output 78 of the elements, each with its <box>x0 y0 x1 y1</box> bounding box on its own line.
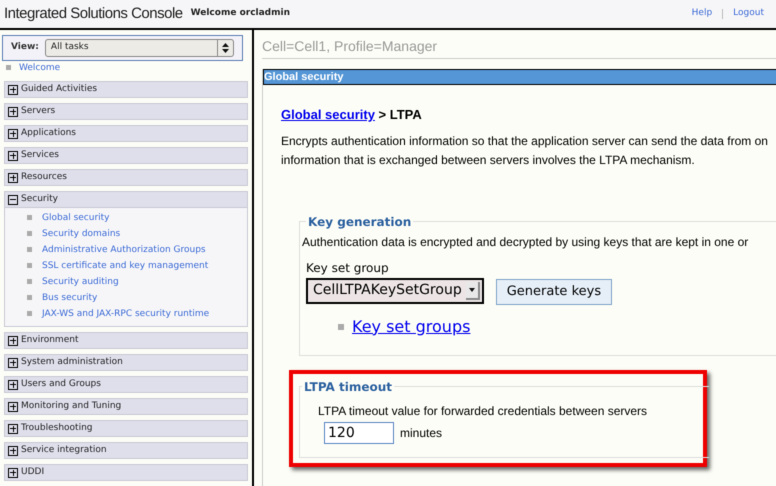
header-link[interactable]: Help <box>692 7 712 21</box>
section-label: Guided Activities <box>21 82 98 96</box>
group-description: Authentication data is encrypted and decrypted by using keys that are kept in one or <box>302 234 750 250</box>
plus-icon <box>8 150 18 160</box>
nav-section[interactable]: Users and Groups <box>4 376 248 393</box>
nav-section[interactable]: Servers <box>4 103 248 120</box>
nav-section[interactable]: Security <box>4 191 248 208</box>
nav-link[interactable]: Security domains <box>42 228 120 242</box>
plus-icon <box>8 172 18 182</box>
field-label: LTPA timeout value for forwarded credentials between servers <box>318 402 648 420</box>
nav-section[interactable]: Applications <box>4 125 248 142</box>
bullet-icon <box>27 262 32 268</box>
bullet-icon <box>27 294 32 300</box>
scope-text: Cell=Cell1, Profile=Manager <box>262 36 776 59</box>
welcome-link[interactable]: Welcome <box>19 62 60 76</box>
bullet-icon <box>27 246 32 252</box>
section-label: Monitoring and Tuning <box>21 400 122 413</box>
section-label: Users and Groups <box>21 378 101 391</box>
nav-section[interactable]: Monitoring and Tuning <box>4 398 248 415</box>
plus-icon <box>8 402 18 412</box>
nav-link[interactable]: Security auditing <box>42 276 119 290</box>
nav-link[interactable]: SSL certificate and key management <box>42 260 208 274</box>
plus-icon <box>8 380 18 390</box>
section-label: Applications <box>21 126 76 140</box>
nav-section[interactable]: Service integration <box>4 442 248 459</box>
section-label: System administration <box>21 356 123 369</box>
plus-icon <box>8 84 18 94</box>
nav-section[interactable]: Guided Activities <box>4 81 248 98</box>
group-legend: Key generation <box>306 212 414 230</box>
bullet-icon <box>27 230 32 236</box>
unit-text: minutes <box>400 424 442 442</box>
section-label: UDDI <box>21 466 44 479</box>
field-label: Key set group <box>306 260 390 276</box>
breadcrumb-current: > LTPA <box>378 107 422 122</box>
key-set-group-dropdown[interactable]: CellLTPAKeySetGroup <box>306 278 484 304</box>
timeout-input[interactable]: 120 <box>324 422 394 444</box>
plus-icon <box>8 446 18 456</box>
section-label: Troubleshooting <box>21 422 92 435</box>
nav-section[interactable]: Troubleshooting <box>4 420 248 437</box>
plus-icon <box>8 336 18 346</box>
nav-link[interactable]: JAX-WS and JAX-RPC security runtime <box>42 308 210 322</box>
key-set-groups-link[interactable]: Key set groups <box>352 314 470 338</box>
nav-section[interactable]: Services <box>4 147 248 164</box>
nav-section[interactable]: Environment <box>4 332 248 349</box>
bullet-icon <box>6 64 11 70</box>
view-dropdown[interactable]: All tasks <box>44 39 234 57</box>
header-link[interactable]: Logout <box>733 7 764 21</box>
plus-icon <box>8 128 18 138</box>
plus-icon <box>8 358 18 368</box>
generate-keys-button[interactable]: Generate keys <box>496 278 612 304</box>
section-label: Resources <box>21 170 67 184</box>
description-line: information that is exchanged between servers involves the LTPA mechanism. <box>281 152 696 168</box>
minus-icon <box>8 194 18 204</box>
view-label: View: <box>11 41 39 54</box>
plus-icon <box>8 424 18 434</box>
plus-icon <box>8 106 18 116</box>
breadcrumb-link[interactable]: Global security <box>281 107 375 122</box>
nav-section[interactable]: System administration <box>4 354 248 371</box>
app-title: Integrated Solutions Console <box>4 4 183 24</box>
nav-link[interactable]: Global security <box>42 212 110 226</box>
nav-section[interactable]: UDDI <box>4 464 248 481</box>
bullet-icon <box>27 278 32 284</box>
section-label: Security <box>21 192 58 206</box>
nav-link[interactable]: Bus security <box>42 292 98 306</box>
welcome-text: Welcome orcladmin <box>190 7 290 20</box>
bullet-icon <box>27 214 32 220</box>
group-legend: LTPA timeout <box>302 378 394 396</box>
section-label: Servers <box>21 104 56 118</box>
description-line: Encrypts authentication information so that the application server can send the data from on <box>281 132 769 150</box>
section-label: Service integration <box>21 444 107 457</box>
bullet-icon <box>27 310 32 316</box>
section-label: Environment <box>21 334 78 347</box>
bullet-icon <box>338 324 344 330</box>
nav-section[interactable]: Resources <box>4 169 248 186</box>
section-label: Services <box>21 148 59 162</box>
panel-title-bar: Global security <box>263 69 776 85</box>
nav-link[interactable]: Administrative Authorization Groups <box>42 244 206 258</box>
plus-icon <box>8 468 18 478</box>
